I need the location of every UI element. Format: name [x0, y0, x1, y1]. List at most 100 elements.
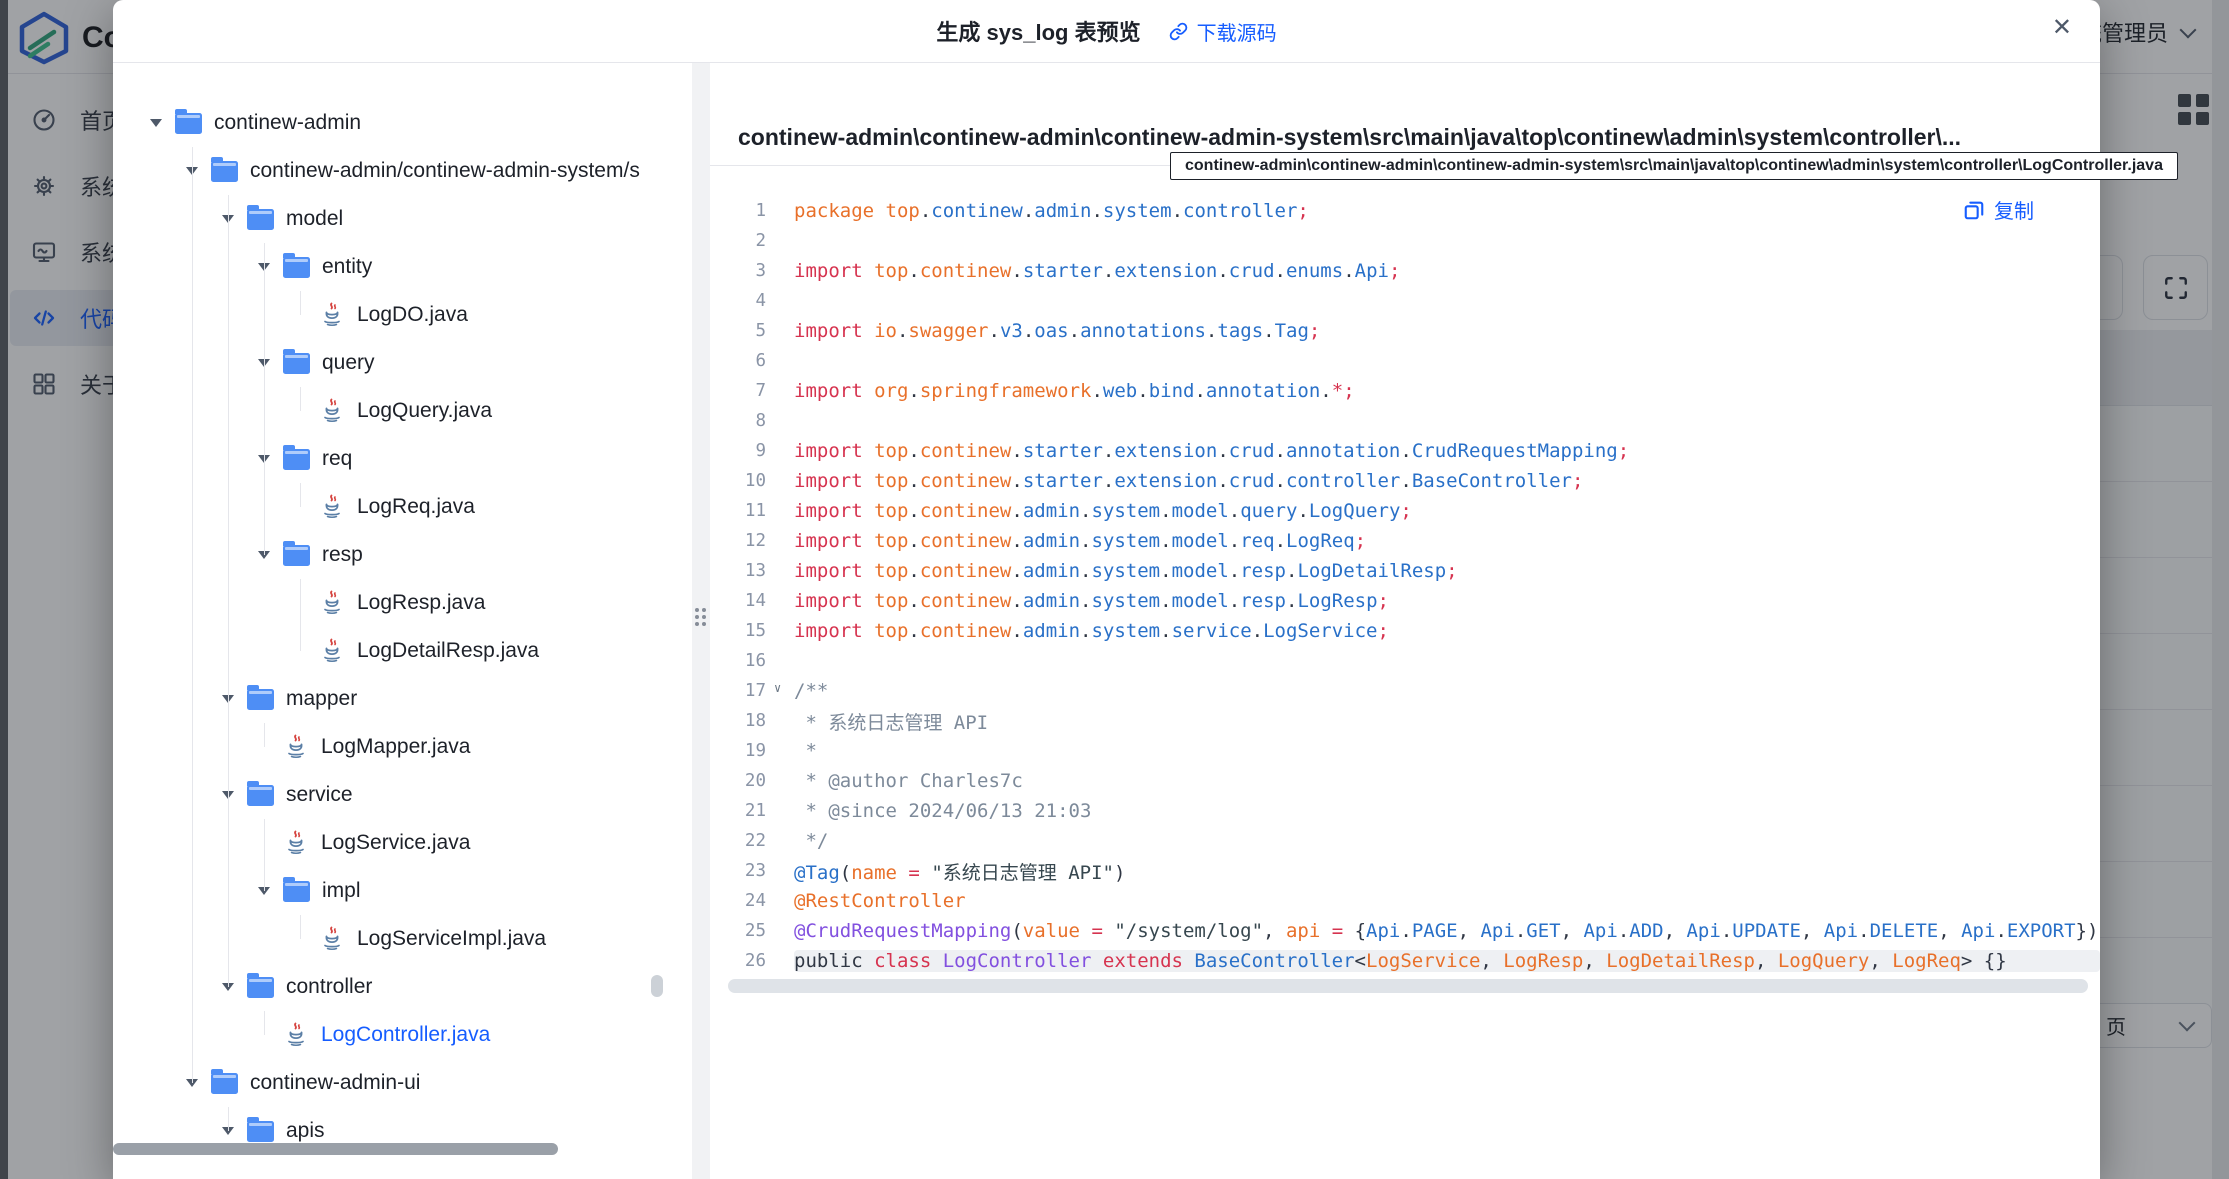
tree-guide-line: [264, 723, 265, 747]
line-number: 2: [728, 231, 766, 251]
line-number: 1: [728, 201, 766, 221]
tree-vertical-scrollbar[interactable]: [651, 975, 663, 997]
code-line: 6: [728, 346, 2100, 376]
tree-folder-row[interactable]: resp: [113, 531, 692, 579]
line-number: 26: [728, 951, 766, 971]
tree-item-label: resp: [322, 543, 363, 567]
code-line: 16: [728, 646, 2100, 676]
fold-chevron-icon[interactable]: ∨: [774, 681, 781, 695]
tree-file-row[interactable]: LogServiceImpl.java: [113, 915, 692, 963]
tree-folder-row[interactable]: service: [113, 771, 692, 819]
code-line: 1package top.continew.admin.system.contr…: [728, 196, 2100, 226]
line-number: 12: [728, 531, 766, 551]
folder-icon: [283, 449, 310, 470]
modal-body: continew-admincontinew-admin/continew-ad…: [113, 63, 2100, 1179]
tree-guide-line: [264, 1011, 265, 1035]
java-file-icon: [320, 926, 344, 952]
tree-guide-line: [264, 243, 265, 555]
tree-item-label: LogResp.java: [357, 591, 485, 615]
code-line: 2: [728, 226, 2100, 256]
tree-file-row[interactable]: LogDO.java: [113, 291, 692, 339]
code-horizontal-scrollbar[interactable]: [728, 979, 2088, 993]
code-view: 1package top.continew.admin.system.contr…: [710, 166, 2100, 976]
tree-guide-line: [300, 915, 301, 939]
tree-folder-row[interactable]: mapper: [113, 675, 692, 723]
copy-icon: [1963, 199, 1985, 221]
tree-folder-row[interactable]: query: [113, 339, 692, 387]
tree-file-row[interactable]: LogMapper.java: [113, 723, 692, 771]
tree-item-label: LogServiceImpl.java: [357, 927, 546, 951]
tree-folder-row[interactable]: impl: [113, 867, 692, 915]
tree-folder-row[interactable]: entity: [113, 243, 692, 291]
tree-item-label: apis: [286, 1119, 325, 1143]
line-number: 14: [728, 591, 766, 611]
code-line: 19 *: [728, 736, 2100, 766]
tree-guide-line: [300, 579, 301, 651]
tree-item-label: LogQuery.java: [357, 399, 492, 423]
tree-guide-line: [228, 1107, 229, 1131]
tree-folder-row[interactable]: continew-admin-ui: [113, 1059, 692, 1107]
tree-folder-row[interactable]: continew-admin: [113, 99, 692, 147]
folder-icon: [283, 353, 310, 374]
code-line: 14import top.continew.admin.system.model…: [728, 586, 2100, 616]
folder-icon: [211, 161, 238, 182]
folder-icon: [283, 545, 310, 566]
line-number: 4: [728, 291, 766, 311]
tree-item-label: LogMapper.java: [321, 735, 470, 759]
java-file-icon: [284, 734, 308, 760]
line-number: 21: [728, 801, 766, 821]
tree-guide-line: [300, 483, 301, 507]
download-source-link[interactable]: 下载源码: [1169, 17, 1277, 46]
tree-item-label: LogReq.java: [357, 495, 475, 519]
line-number: 22: [728, 831, 766, 851]
chevron-down-icon[interactable]: [145, 119, 167, 127]
close-icon[interactable]: ✕: [2052, 16, 2072, 40]
java-file-icon: [320, 590, 344, 616]
tree-guide-line: [264, 819, 265, 891]
line-number: 17: [728, 681, 766, 701]
folder-icon: [211, 1073, 238, 1094]
tree-guide-line: [228, 195, 229, 987]
tree-folder-row[interactable]: continew-admin/continew-admin-system/s: [113, 147, 692, 195]
pane-splitter[interactable]: [692, 63, 710, 1179]
java-file-icon: [320, 302, 344, 328]
code-line: 21 * @since 2024/06/13 21:03: [728, 796, 2100, 826]
code-line: 3import top.continew.starter.extension.c…: [728, 256, 2100, 286]
line-number: 13: [728, 561, 766, 581]
line-number: 25: [728, 921, 766, 941]
tree-folder-row[interactable]: model: [113, 195, 692, 243]
tree-item-label: mapper: [286, 687, 357, 711]
tree-file-row[interactable]: LogService.java: [113, 819, 692, 867]
code-line: 26public class LogController extends Bas…: [728, 946, 2100, 976]
tree-horizontal-scrollbar[interactable]: [113, 1143, 558, 1155]
code-line: 23@Tag(name = "系统日志管理 API"): [728, 856, 2100, 886]
tree-item-label: LogDO.java: [357, 303, 468, 327]
line-number: 5: [728, 321, 766, 341]
tree-folder-row[interactable]: controller: [113, 963, 692, 1011]
modal-title: 生成 sys_log 表预览: [936, 15, 1140, 47]
tree-folder-row[interactable]: req: [113, 435, 692, 483]
folder-icon: [247, 785, 274, 806]
tree-file-row[interactable]: LogDetailResp.java: [113, 627, 692, 675]
copy-button[interactable]: 复制: [1963, 195, 2034, 224]
code-line: 15import top.continew.admin.system.servi…: [728, 616, 2100, 646]
tree-file-row[interactable]: LogQuery.java: [113, 387, 692, 435]
tree-file-row[interactable]: LogResp.java: [113, 579, 692, 627]
tree-file-row[interactable]: LogController.java: [113, 1011, 692, 1059]
tree-file-row[interactable]: LogReq.java: [113, 483, 692, 531]
drag-handle-icon: [695, 608, 706, 626]
code-line: 13import top.continew.admin.system.model…: [728, 556, 2100, 586]
line-number: 18: [728, 711, 766, 731]
line-number: 20: [728, 771, 766, 791]
download-source-label: 下载源码: [1197, 17, 1277, 46]
copy-label: 复制: [1994, 195, 2034, 224]
tree-item-label: LogController.java: [321, 1023, 490, 1047]
code-line: 4: [728, 286, 2100, 316]
file-path-bar: continew-admin\continew-admin\continew-a…: [710, 63, 2100, 166]
tree-item-label: query: [322, 351, 375, 375]
line-number: 15: [728, 621, 766, 641]
tree-item-label: model: [286, 207, 343, 231]
java-file-icon: [284, 830, 308, 856]
line-number: 23: [728, 861, 766, 881]
tree-item-label: continew-admin-ui: [250, 1071, 420, 1095]
